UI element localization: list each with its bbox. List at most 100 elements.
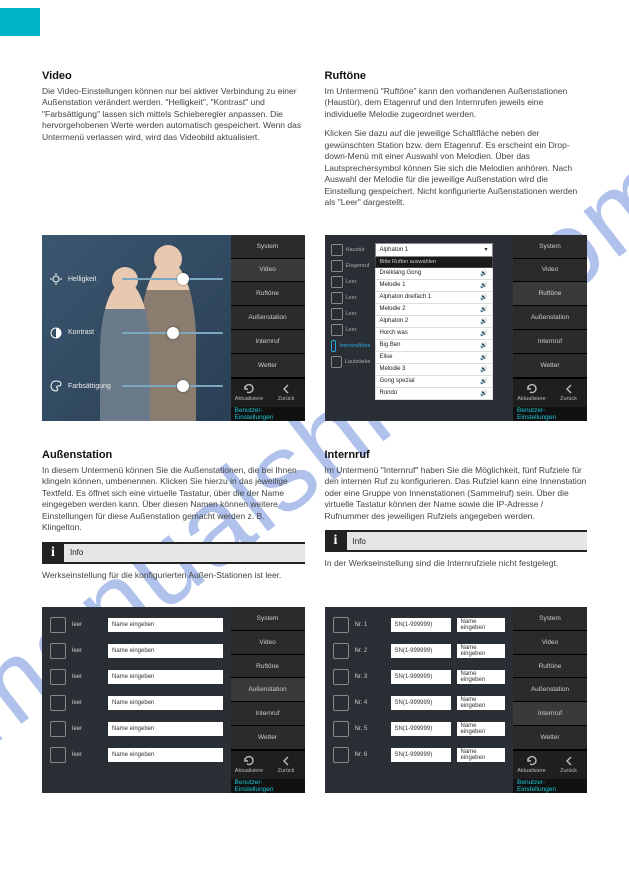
intern-sn-input[interactable]: SN(1-999999) — [391, 644, 451, 658]
ringtone-option[interactable]: Gong spezial🔊 — [375, 376, 493, 388]
speaker-icon[interactable]: 🔊 — [480, 378, 487, 385]
tab-wetter[interactable]: Wetter — [513, 354, 587, 378]
monitor-icon — [333, 721, 349, 737]
tab-wetter[interactable]: Wetter — [231, 726, 305, 750]
intern-row: Nr. 4 SN(1-999999) Name eingeben — [333, 693, 506, 713]
contrast-slider[interactable] — [122, 332, 223, 334]
refresh-icon — [526, 383, 538, 395]
speaker-icon[interactable]: 🔊 — [480, 330, 487, 337]
tab-system[interactable]: System — [513, 607, 587, 631]
refresh-button[interactable]: Aktualisiere — [513, 379, 550, 407]
station-name-input[interactable]: Name eingeben — [108, 722, 223, 736]
intern-sn-input[interactable]: SN(1-999999) — [391, 618, 451, 632]
door-icon — [50, 695, 66, 711]
tab-ruftone[interactable]: Ruftöne — [513, 655, 587, 679]
info-callout: i Info — [42, 542, 305, 564]
tab-ruftone[interactable]: Ruftöne — [231, 282, 305, 306]
station-name-input[interactable]: Name eingeben — [108, 618, 223, 632]
speaker-icon[interactable]: 🔊 — [480, 318, 487, 325]
speaker-icon[interactable]: 🔊 — [480, 354, 487, 361]
intern-sn-input[interactable]: SN(1-999999) — [391, 670, 451, 684]
footer-banner: Benutzer-Einstellungen — [513, 779, 587, 793]
brightness-slider[interactable] — [122, 278, 223, 280]
ringtone-option[interactable]: Melodie 3🔊 — [375, 364, 493, 376]
door-icon — [331, 324, 343, 336]
intern-row: Nr. 3 SN(1-999999) Name eingeben — [333, 667, 506, 687]
back-button[interactable]: Zurück — [550, 751, 587, 779]
station-name-input[interactable]: Name eingeben — [108, 696, 223, 710]
page-content: Video Die Video-Einstellungen können nur… — [42, 60, 587, 863]
speaker-icon[interactable]: 🔊 — [480, 306, 487, 313]
tab-system[interactable]: System — [231, 607, 305, 631]
info-label: Info — [64, 542, 305, 564]
intern-name-input[interactable]: Name eingeben — [457, 670, 506, 684]
tab-wetter[interactable]: Wetter — [231, 354, 305, 378]
refresh-button[interactable]: Aktualisiere — [231, 379, 268, 407]
tab-system[interactable]: System — [513, 235, 587, 259]
station-name-input[interactable]: Name eingeben — [108, 644, 223, 658]
ringtone-option[interactable]: Big Ben🔊 — [375, 340, 493, 352]
tab-video[interactable]: Video — [231, 631, 305, 655]
tab-internruf[interactable]: Internruf — [231, 330, 305, 354]
chevron-down-icon: ▾ — [484, 246, 487, 253]
tab-video[interactable]: Video — [231, 259, 305, 283]
tab-internruf[interactable]: Internruf — [513, 330, 587, 354]
tab-internruf[interactable]: Internruf — [231, 702, 305, 726]
back-button[interactable]: Zurück — [550, 379, 587, 407]
intern-row: Nr. 1 SN(1-999999) Name eingeben — [333, 615, 506, 635]
speaker-icon[interactable]: 🔊 — [480, 390, 487, 397]
intern-name-input[interactable]: Name eingeben — [457, 644, 506, 658]
refresh-button[interactable]: Aktualisiere — [513, 751, 550, 779]
ringtone-option[interactable]: Melodie 2🔊 — [375, 304, 493, 316]
speaker-icon[interactable]: 🔊 — [480, 294, 487, 301]
intern-name-input[interactable]: Name eingeben — [457, 722, 506, 736]
intern-row: Nr. 6 SN(1-999999) Name eingeben — [333, 745, 506, 765]
station-name-input[interactable]: Name eingeben — [108, 748, 223, 762]
ringtone-select[interactable]: Alphaton 1 ▾ — [375, 243, 493, 257]
ringtone-option[interactable]: Alphaton dreifach 1🔊 — [375, 292, 493, 304]
tab-aussenstation[interactable]: Außenstation — [231, 306, 305, 330]
tab-system[interactable]: System — [231, 235, 305, 259]
ringtone-option[interactable]: Rondo🔊 — [375, 388, 493, 400]
monitor-icon — [333, 669, 349, 685]
saturation-label: Farbsättigung — [68, 383, 116, 390]
intern-sn-input[interactable]: SN(1-999999) — [391, 722, 451, 736]
speaker-icon[interactable]: 🔊 — [480, 270, 487, 277]
ringtone-option[interactable]: Horch was🔊 — [375, 328, 493, 340]
saturation-slider[interactable] — [122, 385, 223, 387]
intern-sn-input[interactable]: SN(1-999999) — [391, 748, 451, 762]
chevron-left-icon — [563, 755, 575, 767]
tab-ruftone[interactable]: Ruftöne — [513, 282, 587, 306]
speaker-icon[interactable]: 🔊 — [480, 366, 487, 373]
header-accent — [0, 8, 40, 36]
speaker-icon[interactable]: 🔊 — [480, 282, 487, 289]
tab-aussenstation[interactable]: Außenstation — [513, 306, 587, 330]
intern-name-input[interactable]: Name eingeben — [457, 748, 506, 762]
intern-name-input[interactable]: Name eingeben — [457, 696, 506, 710]
intern-row: Nr. 5 SN(1-999999) Name eingeben — [333, 719, 506, 739]
intern-sn-input[interactable]: SN(1-999999) — [391, 696, 451, 710]
refresh-button[interactable]: Aktualisiere — [231, 751, 268, 779]
ringtone-option[interactable]: Melodie 1🔊 — [375, 280, 493, 292]
info-label: Info — [347, 530, 588, 552]
tab-aussenstation[interactable]: Außenstation — [231, 678, 305, 702]
tab-aussenstation[interactable]: Außenstation — [513, 678, 587, 702]
tab-ruftone[interactable]: Ruftöne — [231, 655, 305, 679]
station-name-input[interactable]: Name eingeben — [108, 670, 223, 684]
tab-video[interactable]: Video — [513, 631, 587, 655]
ringtone-option[interactable]: Alphaton 2🔊 — [375, 316, 493, 328]
footer-banner: Benutzer-Einstellungen — [513, 407, 587, 421]
tab-internruf[interactable]: Internruf — [513, 702, 587, 726]
tab-wetter[interactable]: Wetter — [513, 726, 587, 750]
ringtone-option[interactable]: Elise🔊 — [375, 352, 493, 364]
tab-video[interactable]: Video — [513, 259, 587, 283]
back-button[interactable]: Zurück — [268, 751, 305, 779]
info-icon: i — [325, 530, 347, 552]
intern-name-input[interactable]: Name eingeben — [457, 618, 506, 632]
ringtone-option[interactable]: Dreiklang Gong🔊 — [375, 268, 493, 280]
back-button[interactable]: Zurück — [268, 379, 305, 407]
door-icon — [331, 244, 343, 256]
door-icon — [331, 308, 343, 320]
monitor-icon — [333, 695, 349, 711]
speaker-icon[interactable]: 🔊 — [480, 342, 487, 349]
